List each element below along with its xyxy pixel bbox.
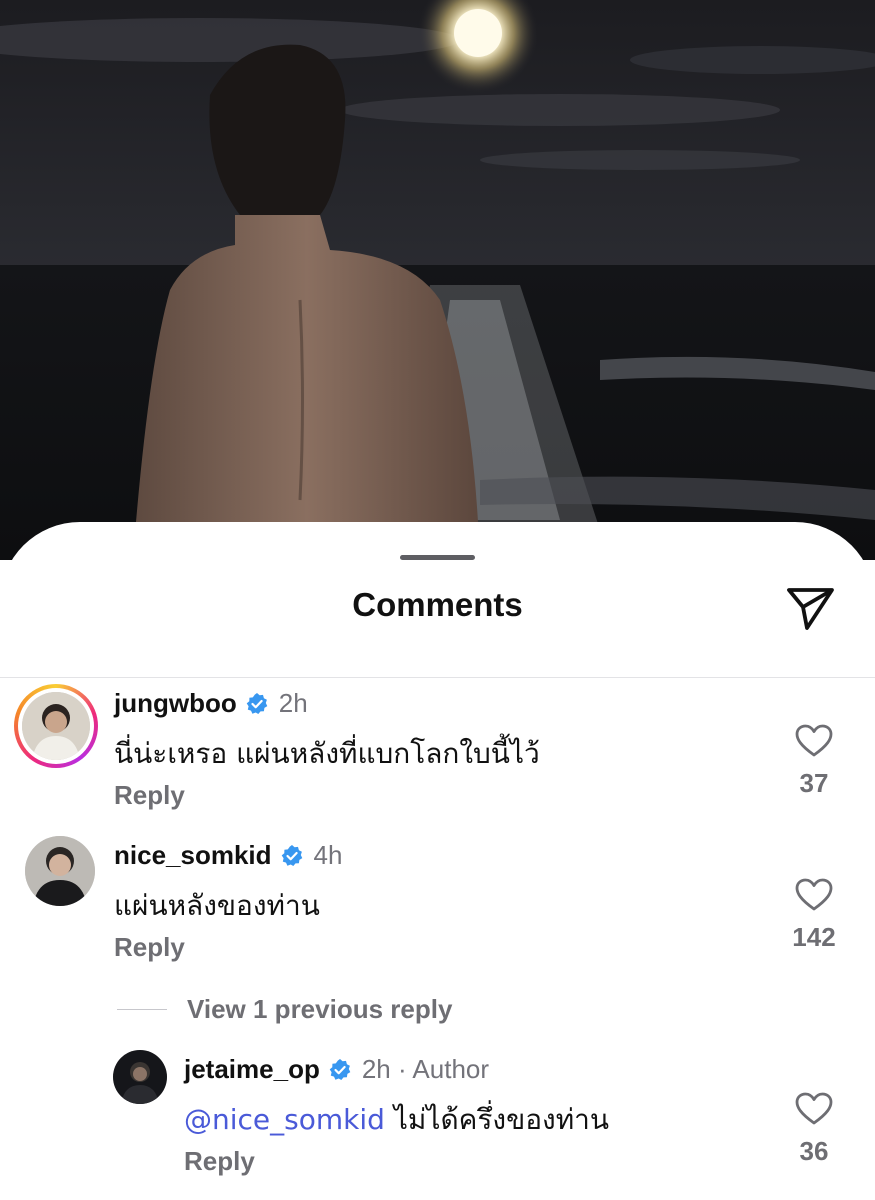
like-count: 37 <box>799 768 829 798</box>
instagram-comments-screen: Comments jungwboo 2h นี่น่ะเหรอ แผ่นหลัง… <box>0 0 875 1200</box>
reply-time: 2h · Author <box>361 1054 490 1084</box>
share-button[interactable] <box>785 584 837 632</box>
reply-message: ไม่ได้ครึ่งของท่าน <box>393 1103 610 1136</box>
like-control[interactable]: 142 <box>779 878 849 953</box>
sheet-title: Comments <box>352 586 523 623</box>
heart-icon[interactable] <box>795 724 833 758</box>
avatar[interactable] <box>113 1050 167 1104</box>
verified-badge-icon <box>246 692 268 714</box>
heart-icon[interactable] <box>795 1092 833 1126</box>
reply-button[interactable]: Reply <box>184 1146 255 1177</box>
comment-username[interactable]: nice_somkid <box>114 840 272 871</box>
paper-plane-icon <box>787 588 834 630</box>
view-replies-label: View 1 previous reply <box>187 994 453 1024</box>
header-divider <box>0 677 875 678</box>
comment-time: 4h <box>313 840 343 870</box>
like-count: 36 <box>799 1136 829 1166</box>
heart-icon[interactable] <box>795 878 833 912</box>
reply-text: @nice_somkid ไม่ได้ครึ่งของท่าน <box>184 1098 609 1142</box>
comment-time: 2h <box>278 688 308 718</box>
avatar <box>22 692 90 760</box>
reply-username[interactable]: jetaime_op <box>184 1054 320 1085</box>
reply-button[interactable]: Reply <box>114 932 185 963</box>
story-ring[interactable] <box>14 684 98 768</box>
comments-sheet: Comments jungwboo 2h นี่น่ะเหรอ แผ่นหลัง… <box>0 522 875 1200</box>
reply-button[interactable]: Reply <box>114 780 185 811</box>
like-control[interactable]: 36 <box>779 1092 849 1167</box>
view-previous-replies-button[interactable]: View 1 previous reply <box>117 994 452 1025</box>
thread-rule <box>117 1009 167 1010</box>
post-photo <box>0 0 875 560</box>
mention-link[interactable]: @nice_somkid <box>184 1103 385 1136</box>
comment-text: นี่น่ะเหรอ แผ่นหลังที่แบกโลกใบนี้ไว้ <box>114 737 540 770</box>
like-count: 142 <box>792 922 836 952</box>
comment-username[interactable]: jungwboo <box>114 688 237 719</box>
comment-text: แผ่นหลังของท่าน <box>114 889 320 922</box>
verified-badge-icon <box>329 1058 351 1080</box>
verified-badge-icon <box>281 844 302 866</box>
sheet-drag-handle[interactable] <box>400 555 475 560</box>
like-control[interactable]: 37 <box>779 724 849 799</box>
avatar[interactable] <box>25 836 95 906</box>
